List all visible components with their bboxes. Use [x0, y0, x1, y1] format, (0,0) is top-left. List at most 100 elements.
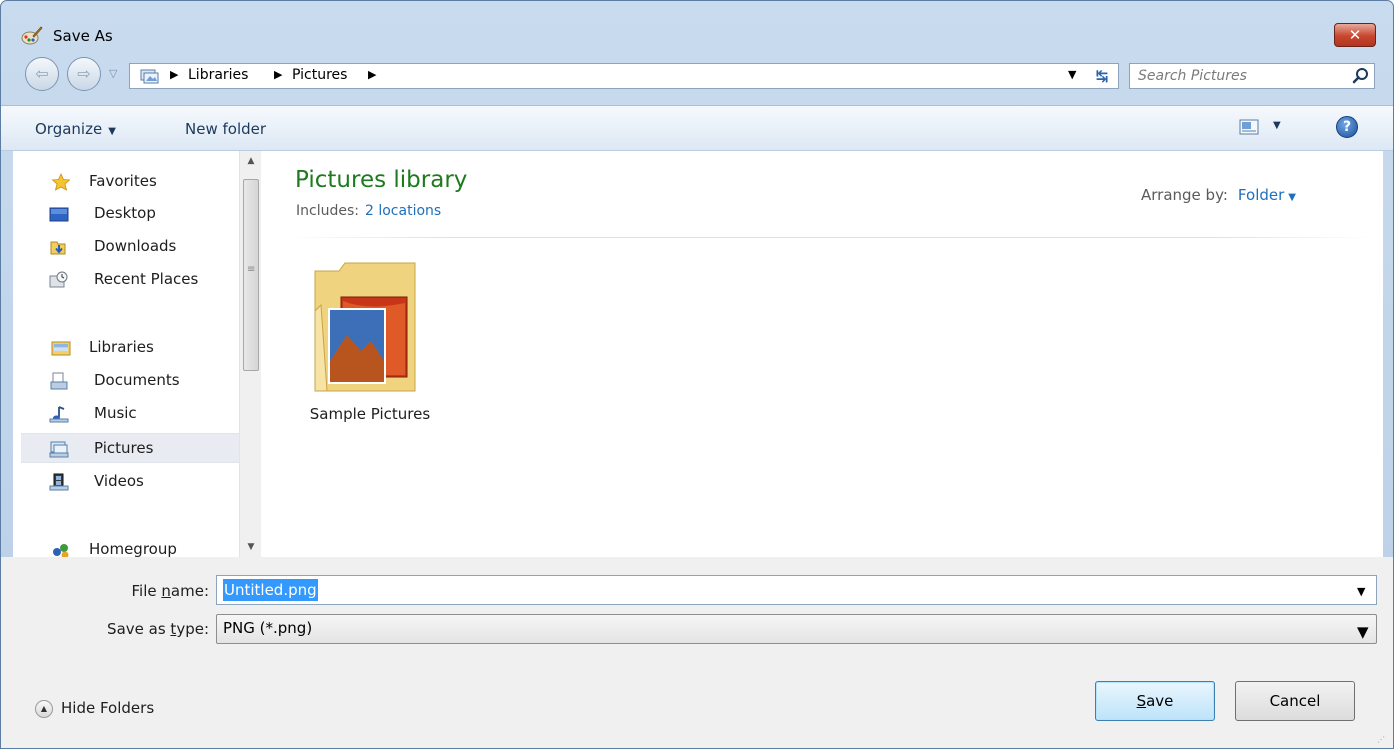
sidebar-item-label: Homegroup [89, 540, 177, 557]
breadcrumb-libraries[interactable]: Libraries [188, 67, 248, 83]
filename-label-pre: File [131, 582, 162, 600]
downloads-icon [50, 241, 66, 255]
hide-folders-label: Hide Folders [61, 699, 155, 717]
navigation-pane: Favorites Desktop Downloads Recent Place… [13, 151, 239, 557]
type-dropdown-icon[interactable]: ▼ [1357, 623, 1369, 641]
sidebar-item-pictures[interactable]: Pictures [21, 433, 239, 463]
desktop-icon [49, 207, 69, 222]
save-as-type-select[interactable]: PNG (*.png) ▼ [216, 614, 1377, 644]
scroll-up-button[interactable]: ▲ [240, 151, 262, 171]
sidebar-item-music[interactable]: Music [21, 399, 239, 429]
includes-label: Includes: [296, 203, 359, 219]
sidebar-item-recent-places[interactable]: Recent Places [21, 265, 239, 295]
breadcrumb-pictures[interactable]: Pictures [292, 67, 347, 83]
pictures-icon [49, 441, 69, 458]
libraries-icon [51, 341, 71, 356]
title-bar: Save As ✕ [1, 1, 1393, 57]
sidebar-item-label: Favorites [89, 172, 157, 190]
sidebar-item-libraries[interactable]: Libraries [21, 333, 239, 363]
videos-icon [49, 473, 69, 491]
organize-menu-button[interactable]: Organize ▼ [35, 120, 116, 138]
grip-icon: ≡ [247, 264, 256, 275]
paint-app-icon [21, 26, 43, 45]
sidebar-item-label: Libraries [89, 338, 154, 356]
search-box[interactable] [1129, 63, 1375, 89]
sidebar-item-label: Music [94, 404, 137, 422]
content-area: Favorites Desktop Downloads Recent Place… [13, 151, 1383, 557]
sidebar-item-homegroup[interactable]: Homegroup [21, 535, 239, 557]
new-folder-button[interactable]: New folder [185, 120, 266, 138]
sidebar-item-label: Desktop [94, 204, 156, 222]
search-input[interactable] [1138, 66, 1338, 86]
close-icon: ✕ [1348, 26, 1362, 44]
save-button[interactable]: Save [1095, 681, 1215, 721]
filename-label-post: ame: [170, 582, 209, 600]
chevron-down-icon: ▼ [108, 126, 116, 137]
recent-places-icon [49, 271, 68, 288]
breadcrumb-separator[interactable]: ▶ [170, 68, 178, 81]
filename-label: File name: [9, 582, 209, 600]
arrange-value-dropdown[interactable]: Folder [1238, 186, 1284, 204]
locations-link[interactable]: 2 locations [365, 203, 441, 219]
type-value: PNG (*.png) [223, 619, 313, 637]
sidebar-item-favorites[interactable]: Favorites [21, 167, 239, 197]
refresh-button[interactable]: ↹ [1089, 63, 1115, 89]
back-button[interactable]: ⇦ [25, 57, 59, 91]
close-button[interactable]: ✕ [1334, 23, 1376, 47]
filename-value[interactable]: Untitled.png [223, 579, 318, 601]
type-label: Save as type: [9, 620, 209, 638]
recent-pages-dropdown[interactable]: ▽ [109, 67, 117, 80]
library-includes: Includes: 2 locations [296, 203, 441, 219]
divider [285, 237, 1375, 238]
arrange-by: Arrange by: Folder ▼ [1141, 186, 1296, 204]
sidebar-item-videos[interactable]: Videos [21, 467, 239, 497]
sidebar-item-label: Documents [94, 371, 180, 389]
forward-button[interactable]: ⇨ [67, 57, 101, 91]
folder-label: Sample Pictures [309, 405, 431, 423]
scroll-thumb[interactable]: ≡ [243, 179, 259, 371]
library-title: Pictures library [295, 167, 468, 193]
change-view-icon[interactable] [1239, 118, 1259, 136]
filename-field[interactable]: Untitled.png ▼ [216, 575, 1377, 605]
resize-grip-icon[interactable]: ⋰ [1377, 735, 1385, 744]
chevron-down-icon[interactable]: ▼ [1288, 192, 1296, 203]
star-icon [51, 173, 71, 191]
save-label-accel: S [1136, 692, 1147, 710]
cancel-button[interactable]: Cancel [1235, 681, 1355, 721]
sidebar-item-label: Downloads [94, 237, 177, 255]
save-label-rest: ave [1146, 692, 1174, 710]
sidebar-item-desktop[interactable]: Desktop [21, 199, 239, 229]
breadcrumb-separator[interactable]: ▶ [274, 68, 282, 81]
arrange-label: Arrange by: [1141, 186, 1228, 204]
sidebar-item-documents[interactable]: Documents [21, 366, 239, 396]
sidebar-item-downloads[interactable]: Downloads [21, 232, 239, 262]
breadcrumb-separator[interactable]: ▶ [368, 68, 376, 81]
documents-icon [50, 372, 68, 390]
address-bar[interactable]: ▶ Libraries ▶ Pictures ▶ ▼ [129, 63, 1119, 89]
sidebar-item-label: Pictures [94, 439, 154, 457]
homegroup-icon [53, 544, 69, 557]
folder-icon [314, 262, 416, 392]
sidebar-item-label: Recent Places [94, 270, 199, 288]
view-options-dropdown[interactable]: ▼ [1273, 120, 1281, 131]
folder-item[interactable]: Sample Pictures [295, 247, 445, 437]
music-icon [49, 406, 69, 423]
libraries-location-icon [140, 69, 159, 84]
save-as-dialog: Save As ✕ ⇦ ⇨ ▽ ▶ Libraries ▶ Pictures ▶… [0, 0, 1394, 749]
address-dropdown-icon[interactable]: ▼ [1068, 68, 1076, 81]
search-icon[interactable] [1352, 67, 1370, 85]
file-list-pane: Pictures library Includes: 2 locations Ar… [275, 151, 1383, 557]
filename-dropdown-icon[interactable]: ▼ [1357, 585, 1365, 598]
organize-label: Organize [35, 120, 103, 138]
save-options-pane: File name: Untitled.png ▼ Save as type: … [1, 557, 1393, 748]
window-title: Save As [53, 27, 113, 45]
type-label-pre: Save as [107, 620, 171, 638]
sidebar-item-label: Videos [94, 472, 144, 490]
command-toolbar: Organize ▼ New folder ▼ ? [1, 105, 1393, 151]
forward-arrow-icon: ⇨ [77, 64, 91, 83]
collapse-up-icon: ▲ [35, 700, 53, 718]
filename-label-accel: n [161, 582, 171, 600]
sidebar-scrollbar[interactable]: ▲ ≡ ▼ [239, 151, 261, 557]
scroll-down-button[interactable]: ▼ [240, 537, 262, 557]
help-icon[interactable]: ? [1336, 116, 1358, 138]
